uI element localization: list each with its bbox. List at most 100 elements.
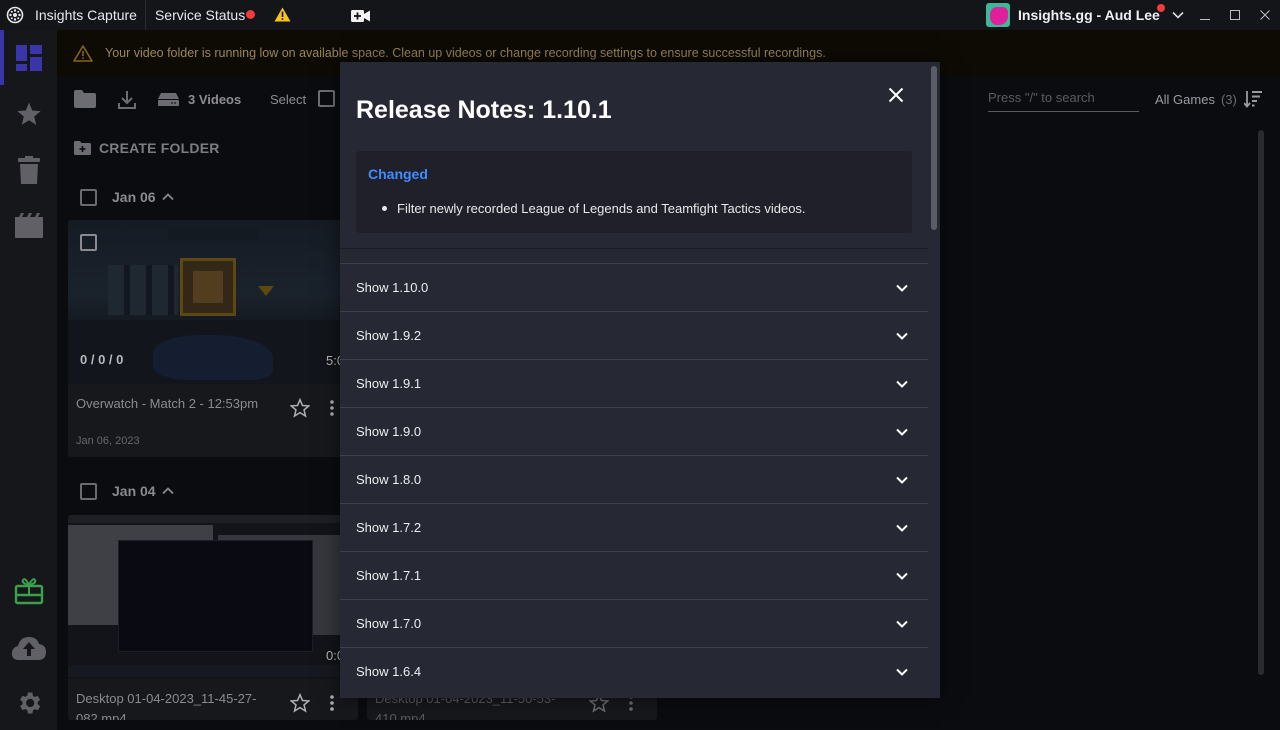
folder-icon: [74, 90, 96, 108]
clapperboard-icon: [14, 213, 43, 238]
chevron-down-icon: [896, 519, 908, 537]
version-label: Show 1.10.0: [356, 280, 429, 295]
version-label: Show 1.7.0: [356, 616, 422, 631]
video-date: Jan 06, 2023: [76, 435, 140, 447]
notification-dot-icon: [1156, 4, 1165, 12]
service-status-button[interactable]: Service Status: [146, 0, 256, 30]
chevron-down-icon: [896, 567, 908, 585]
version-accordion-row[interactable]: Show 1.9.2: [340, 311, 928, 359]
games-filter-dropdown[interactable]: All Games (3): [1155, 92, 1237, 107]
version-accordion-row[interactable]: Show 1.7.2: [340, 503, 928, 551]
version-accordion-row[interactable]: Show 1.10.0: [340, 263, 928, 311]
divider: [340, 248, 928, 249]
select-all-checkbox[interactable]: [318, 90, 335, 107]
more-vertical-icon: [330, 695, 334, 711]
sidebar-item-trash[interactable]: [0, 145, 57, 195]
sidebar: [0, 30, 57, 730]
select-label: Select: [270, 92, 307, 107]
day-select-checkbox[interactable]: [80, 188, 97, 206]
dashboard-icon: [15, 45, 42, 71]
library-scrollbar[interactable]: [1258, 130, 1264, 675]
storage-drive-icon: [158, 93, 179, 111]
version-label: Show 1.7.1: [356, 568, 422, 583]
favorite-button[interactable]: [289, 692, 311, 718]
version-accordion-row[interactable]: Show 1.7.1: [340, 551, 928, 599]
title-bar: Insights Capture Service Status Insights…: [0, 0, 1280, 30]
day-group-header: Jan 06: [80, 188, 174, 206]
sidebar-item-favorites[interactable]: [0, 89, 57, 139]
day-select-checkbox[interactable]: [80, 482, 97, 500]
sidebar-item-settings[interactable]: [0, 678, 57, 728]
close-modal-button[interactable]: [883, 82, 909, 108]
maximize-button[interactable]: [1220, 0, 1250, 30]
chevron-down-icon: [896, 423, 908, 441]
bullet-icon: [382, 206, 387, 211]
chevron-down-icon: [896, 615, 908, 633]
user-name: Insights.gg - Aud Lee: [1018, 4, 1165, 23]
import-button[interactable]: [117, 90, 137, 115]
version-label: Show 1.9.1: [356, 376, 422, 391]
close-window-button[interactable]: [1250, 0, 1280, 30]
favorite-button[interactable]: [289, 397, 311, 423]
kda-stat: 0 / 0 / 0: [80, 352, 124, 367]
trash-icon: [17, 156, 40, 184]
app-logo-icon: [0, 0, 30, 30]
star-icon: [16, 102, 41, 125]
version-label: Show 1.8.0: [356, 472, 422, 487]
chevron-down-icon: [896, 663, 908, 681]
video-card[interactable]: 0 / 0 / 0 5:0 Overwatch - Match 2 - 12:5…: [68, 220, 358, 457]
avatar: [986, 3, 1010, 27]
chevron-up-icon[interactable]: [161, 188, 174, 206]
search-input[interactable]: Press "/" to search: [988, 88, 1139, 112]
version-accordion-row[interactable]: Show 1.8.0: [340, 455, 928, 503]
version-label: Show 1.9.2: [356, 328, 422, 343]
release-notes-modal: Release Notes: 1.10.1 Changed Filter new…: [340, 62, 940, 698]
version-accordion-row[interactable]: Show 1.6.4: [340, 647, 928, 695]
record-video-icon[interactable]: [351, 9, 370, 27]
version-accordion-row[interactable]: Show 1.9.0: [340, 407, 928, 455]
more-options-button[interactable]: [330, 695, 334, 716]
app-title: Insights Capture: [30, 0, 146, 30]
chevron-down-icon: [896, 471, 908, 489]
open-folder-button[interactable]: [74, 90, 96, 113]
user-menu[interactable]: Insights.gg - Aud Lee: [986, 3, 1184, 27]
day-label: Jan 06: [112, 189, 156, 205]
status-dot-icon: [246, 9, 256, 19]
warning-icon: [73, 44, 93, 62]
more-options-button[interactable]: [629, 695, 633, 716]
sidebar-item-upload[interactable]: [0, 623, 57, 673]
video-thumbnail[interactable]: 0 / 0 / 0 5:0: [68, 220, 358, 384]
video-select-checkbox[interactable]: [80, 234, 97, 251]
older-versions-accordion: Show 1.10.0 Show 1.9.2 Show 1.9.1 Show 1.9.…: [340, 263, 928, 695]
download-icon: [118, 91, 136, 109]
change-item: Filter newly recorded League of Legends …: [382, 201, 806, 216]
gift-icon: [14, 578, 43, 605]
video-title[interactable]: Desktop 01-04-2023_11-45-27-082.mp4: [76, 689, 276, 720]
release-notes-content: Changed Filter newly recorded League of …: [356, 151, 912, 233]
sidebar-item-library[interactable]: [0, 33, 57, 83]
sort-descending-icon: [1243, 91, 1262, 108]
change-text: Filter newly recorded League of Legends …: [397, 201, 806, 216]
more-vertical-icon: [330, 400, 334, 416]
sidebar-item-clips[interactable]: [0, 201, 57, 251]
video-card[interactable]: 0:0 Desktop 01-04-2023_11-45-27-082.mp4: [68, 515, 358, 720]
minimize-button[interactable]: [1190, 0, 1220, 30]
version-label: Show 1.9.0: [356, 424, 422, 439]
star-outline-icon: [289, 692, 311, 713]
folder-plus-icon: [74, 141, 91, 155]
close-icon: [888, 87, 904, 103]
chevron-down-icon: [1172, 6, 1184, 24]
sidebar-item-rewards[interactable]: [0, 566, 57, 616]
version-accordion-row[interactable]: Show 1.7.0: [340, 599, 928, 647]
version-accordion-row[interactable]: Show 1.9.1: [340, 359, 928, 407]
video-title[interactable]: Overwatch - Match 2 - 12:53pm: [76, 394, 276, 414]
video-thumbnail[interactable]: 0:0: [68, 515, 358, 679]
create-folder-button[interactable]: CREATE FOLDER: [74, 140, 220, 156]
warning-icon[interactable]: [274, 7, 291, 27]
star-outline-icon: [289, 397, 311, 418]
more-options-button[interactable]: [330, 400, 334, 421]
service-status-label: Service Status: [154, 7, 246, 23]
chevron-up-icon[interactable]: [161, 482, 174, 500]
modal-scrollbar[interactable]: [931, 66, 937, 230]
sort-button[interactable]: [1243, 90, 1262, 113]
